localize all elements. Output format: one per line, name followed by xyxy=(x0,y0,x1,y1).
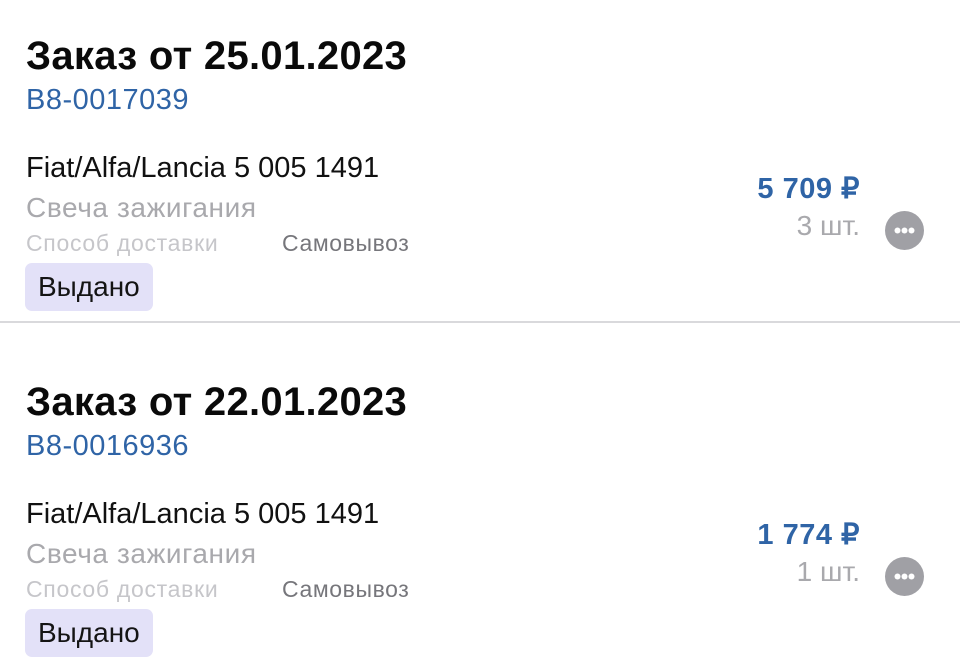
order-title: Заказ от 25.01.2023 xyxy=(26,34,408,78)
more-options-button[interactable] xyxy=(885,211,924,250)
order-price: 1 774 ₽ xyxy=(757,519,860,551)
item-title: Fiat/Alfa/Lancia 5 005 1491 xyxy=(26,152,380,184)
order-card[interactable]: Заказ от 22.01.2023 B8-0016936 Fiat/Alfa… xyxy=(0,323,960,666)
order-card[interactable]: Заказ от 25.01.2023 B8-0017039 Fiat/Alfa… xyxy=(0,0,960,322)
ellipsis-icon xyxy=(894,573,915,580)
delivery-method-label: Способ доставки xyxy=(26,230,219,256)
status-badge: Выдано xyxy=(25,263,153,311)
order-title: Заказ от 22.01.2023 xyxy=(26,380,408,424)
item-subtitle: Свеча зажигания xyxy=(26,538,257,569)
item-title: Fiat/Alfa/Lancia 5 005 1491 xyxy=(26,498,380,530)
order-number-link[interactable]: B8-0016936 xyxy=(26,430,189,463)
item-subtitle: Свеча зажигания xyxy=(26,192,257,223)
more-options-button[interactable] xyxy=(885,557,924,596)
order-quantity: 3 шт. xyxy=(796,210,860,241)
ellipsis-icon xyxy=(894,227,915,234)
status-badge: Выдано xyxy=(25,609,153,657)
order-quantity: 1 шт. xyxy=(796,556,860,587)
delivery-method-value: Самовывоз xyxy=(282,230,410,256)
order-number-link[interactable]: B8-0017039 xyxy=(26,84,189,117)
delivery-method-value: Самовывоз xyxy=(282,576,410,602)
order-price: 5 709 ₽ xyxy=(757,173,860,205)
delivery-method-label: Способ доставки xyxy=(26,576,219,602)
